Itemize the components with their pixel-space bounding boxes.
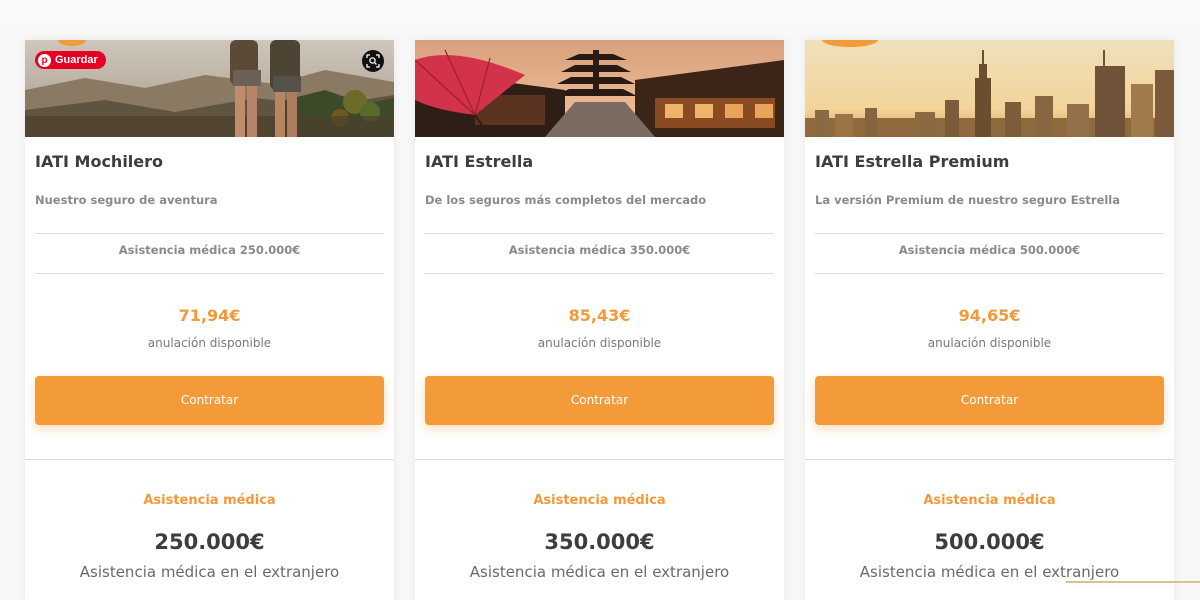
plan-coverage: Asistencia médica 500.000€: [898, 243, 1081, 257]
plan-coverage: Asistencia médica 250.000€: [118, 243, 301, 257]
section-divider: [805, 459, 1174, 460]
benefit-description: Asistencia médica en el extranjero: [79, 563, 340, 581]
plan-subtitle: Nuestro seguro de aventura: [35, 193, 218, 207]
plan-card-mochilero: p Guardar IATI Mochilero Nuestro seguro …: [25, 40, 394, 600]
page-top-band: [0, 0, 1200, 40]
benefit-description: Asistencia médica en el extranjero: [859, 563, 1120, 581]
benefit-title: Asistencia médica: [533, 493, 666, 508]
benefit-title: Asistencia médica: [923, 493, 1056, 508]
visual-search-icon[interactable]: [362, 50, 384, 72]
plan-price: 85,43€: [568, 306, 631, 325]
benefit-description: Asistencia médica en el extranjero: [469, 563, 730, 581]
divider: [35, 273, 384, 274]
pinterest-icon: p: [38, 53, 51, 67]
divider: [815, 273, 1164, 274]
divider: [425, 273, 774, 274]
plan-image-backpackers: p Guardar: [25, 40, 394, 137]
corner-accent-line: [1066, 581, 1200, 583]
contratar-button[interactable]: Contratar: [35, 376, 384, 425]
plan-title: IATI Estrella: [425, 152, 534, 171]
section-divider: [25, 459, 394, 460]
benefit-amount: 500.000€: [934, 530, 1045, 554]
cancellation-note: anulación disponible: [537, 336, 662, 350]
plan-card-estrella-premium: IATI Estrella Premium La versión Premium…: [805, 40, 1174, 600]
plan-title: IATI Estrella Premium: [815, 152, 1010, 171]
benefit-amount: 350.000€: [544, 530, 655, 554]
contratar-button[interactable]: Contratar: [815, 376, 1164, 425]
divider: [425, 233, 774, 234]
plan-image-kyoto: [415, 40, 784, 137]
divider: [815, 233, 1164, 234]
plan-subtitle: La versión Premium de nuestro seguro Est…: [815, 193, 1121, 207]
cancellation-note: anulación disponible: [927, 336, 1052, 350]
divider: [35, 233, 384, 234]
plan-subtitle: De los seguros más completos del mercado: [425, 193, 707, 207]
plan-coverage: Asistencia médica 350.000€: [508, 243, 691, 257]
plan-image-skyline: [805, 40, 1174, 137]
cancellation-note: anulación disponible: [147, 336, 272, 350]
plan-price: 94,65€: [958, 306, 1021, 325]
pinterest-save-button[interactable]: p Guardar: [35, 51, 106, 69]
benefit-amount: 250.000€: [154, 530, 265, 554]
plan-card-estrella: IATI Estrella De los seguros más complet…: [415, 40, 784, 600]
section-divider: [415, 459, 784, 460]
benefit-title: Asistencia médica: [143, 493, 276, 508]
pinterest-save-label: Guardar: [55, 54, 98, 66]
plan-title: IATI Mochilero: [35, 152, 164, 171]
plan-price: 71,94€: [178, 306, 241, 325]
contratar-button[interactable]: Contratar: [425, 376, 774, 425]
